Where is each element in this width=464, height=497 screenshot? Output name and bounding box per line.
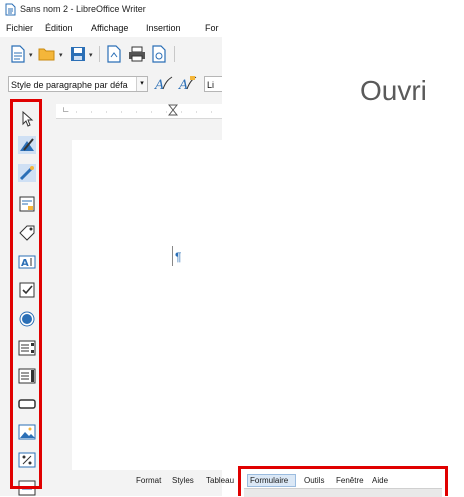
- dropdown-arrow-icon[interactable]: ▾: [89, 51, 93, 59]
- menu-insertion[interactable]: Insertion: [146, 23, 181, 33]
- update-style-icon[interactable]: A: [154, 75, 174, 93]
- writer-window: Sans nom 2 - LibreOffice Writer Fichier …: [0, 0, 222, 496]
- window-title: Sans nom 2 - LibreOffice Writer: [20, 4, 146, 14]
- dropdown-arrow-icon[interactable]: ▾: [59, 51, 63, 59]
- panel-heading: Ouvri: [360, 75, 427, 106]
- bottom-menu-left: Format Styles Tableau: [136, 476, 240, 488]
- print-preview-icon[interactable]: [151, 45, 167, 63]
- export-pdf-icon[interactable]: [106, 45, 122, 63]
- menu-format-bottom[interactable]: Format: [136, 476, 161, 485]
- new-document-icon[interactable]: [10, 45, 26, 63]
- indent-marker-icon[interactable]: [168, 104, 178, 116]
- toolbar-separator: [174, 46, 175, 62]
- svg-text:A: A: [178, 78, 188, 93]
- svg-text:A: A: [154, 78, 164, 93]
- toolbar-separator: [99, 46, 100, 62]
- paragraph-style-combo[interactable]: Style de paragraphe par défa ▾: [8, 76, 148, 92]
- formatting-toolbar: Style de paragraphe par défa ▾ A A Li: [0, 70, 222, 98]
- menu-affichage[interactable]: Affichage: [91, 23, 128, 33]
- menu-formulaire[interactable]: Formulaire: [250, 476, 288, 485]
- title-bar: Sans nom 2 - LibreOffice Writer: [0, 0, 222, 20]
- font-name-combo[interactable]: Li: [204, 76, 222, 92]
- tab-stop-icon[interactable]: ∟: [62, 105, 70, 114]
- menu-edition[interactable]: Édition: [45, 23, 73, 33]
- open-folder-icon[interactable]: [38, 46, 56, 62]
- text-boundary: [172, 246, 173, 266]
- menu-bar: Fichier Édition Affichage Insertion For: [0, 20, 222, 37]
- chevron-down-icon[interactable]: ▾: [136, 77, 147, 91]
- menu-fichier[interactable]: Fichier: [6, 23, 33, 33]
- menu-format[interactable]: For: [205, 23, 219, 33]
- ruler-ticks: [76, 111, 216, 113]
- dropdown-arrow-icon[interactable]: ▾: [29, 51, 33, 59]
- menu-tableau-bottom[interactable]: Tableau: [206, 476, 234, 485]
- bottom-menu-right: Formulaire Outils Fenêtre Aide: [248, 476, 448, 488]
- new-style-icon[interactable]: A: [178, 75, 198, 93]
- paragraph-mark-icon: ¶: [175, 250, 182, 264]
- standard-toolbar: ▾ ▾ ▾: [0, 40, 222, 68]
- font-name-value: Li: [207, 80, 215, 90]
- paragraph-style-value: Style de paragraphe par défa: [11, 80, 128, 90]
- save-icon[interactable]: [70, 46, 86, 62]
- document-page[interactable]: [72, 140, 222, 470]
- print-icon[interactable]: [128, 46, 146, 62]
- menu-styles-bottom[interactable]: Styles: [172, 476, 194, 485]
- highlight-frame: [10, 99, 42, 489]
- menu-fenetre[interactable]: Fenêtre: [336, 476, 364, 485]
- menu-aide[interactable]: Aide: [372, 476, 388, 485]
- writer-document-icon: [5, 3, 16, 16]
- horizontal-ruler: ∟: [56, 104, 222, 119]
- menu-outils[interactable]: Outils: [304, 476, 324, 485]
